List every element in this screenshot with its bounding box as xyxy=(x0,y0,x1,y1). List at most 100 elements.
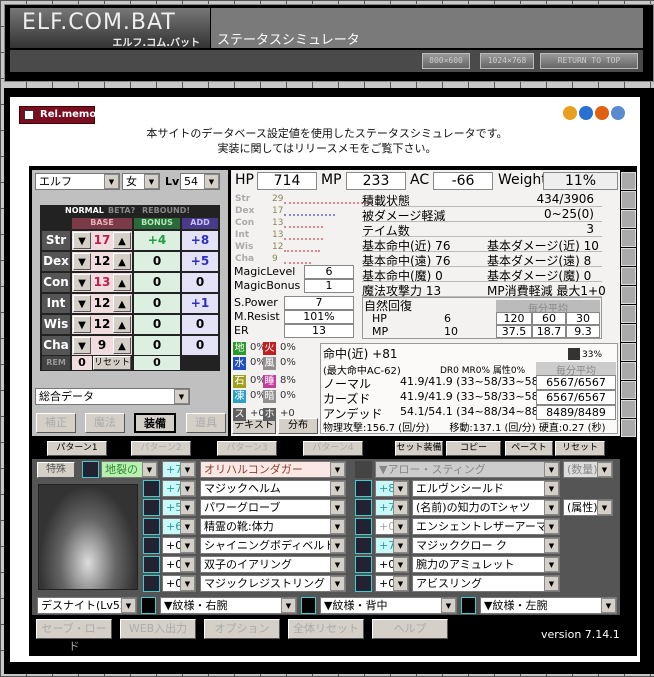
side-tool-icon[interactable] xyxy=(621,400,636,418)
tattoo-back-select[interactable]: ▼紋様・背中 ▼ xyxy=(320,597,457,614)
equip-item-select[interactable]: 精霊の靴:体力 ▼ xyxy=(200,518,346,535)
tab-items[interactable]: 道具 xyxy=(186,413,226,433)
weapon-prefix-select[interactable]: 地裂の ▼ xyxy=(101,461,158,478)
tab-equipment[interactable]: 装備 xyxy=(134,413,176,433)
equip-item-select[interactable]: 腕力のアミュレット ▼ xyxy=(412,556,560,573)
stat-base-value: 9 xyxy=(97,338,107,352)
stat-increase-button[interactable]: ▲ xyxy=(113,337,131,354)
polymorph-select[interactable]: デスナイト(Lv52) ▼ xyxy=(37,597,137,614)
race-select[interactable]: エルフ ▼ xyxy=(35,173,120,190)
enchant-select[interactable]: +7 ▼ xyxy=(162,461,196,478)
level-select[interactable]: 54 ▼ xyxy=(180,173,220,190)
chevron-down-icon: ▼ xyxy=(330,538,345,553)
stat-increase-button[interactable]: ▲ xyxy=(113,316,131,333)
stat-increase-button[interactable]: ▲ xyxy=(113,232,131,249)
pattern-tab-4[interactable]: パターン4 xyxy=(303,441,363,456)
mp-label: MP xyxy=(321,172,342,188)
pattern-tab-2[interactable]: パターン2 xyxy=(131,441,191,456)
footer-button[interactable]: 全体リセット xyxy=(288,619,364,639)
equip-item-select[interactable]: マジックヘルム ▼ xyxy=(200,480,346,497)
equip-item-select[interactable]: オリハルコンダガー ▼ xyxy=(200,461,346,478)
equip-item-select[interactable]: (名前)の知力のTシャツ ▼ xyxy=(412,499,560,516)
equip-item-select[interactable]: エンシェントレザーアーマー ▼ xyxy=(412,518,560,535)
pattern-action-button[interactable]: リセット xyxy=(555,441,605,456)
side-tool-icon[interactable] xyxy=(621,362,636,380)
equip-item-select[interactable]: アビスリング ▼ xyxy=(412,575,560,592)
enchant-select[interactable]: +0 ▼ xyxy=(375,556,409,573)
tattoo-right-select[interactable]: ▼紋様・右腕 ▼ xyxy=(160,597,297,614)
pattern-action-button[interactable]: コピー xyxy=(446,441,501,456)
release-memo-button[interactable]: Rel.memo xyxy=(19,106,96,124)
stat-increase-button[interactable]: ▲ xyxy=(113,295,131,312)
footer-button[interactable]: オプション xyxy=(204,619,280,639)
nav-1024x768-button[interactable]: 1024×768 xyxy=(480,53,534,69)
attribute-select[interactable]: (属性) ▼ xyxy=(563,499,613,516)
enchant-select[interactable]: +8 ▼ xyxy=(375,480,409,497)
enchant-select[interactable]: +0 ▼ xyxy=(375,518,409,535)
sex-select[interactable]: 女 ▼ xyxy=(122,173,160,190)
mode-normal[interactable]: NORMAL xyxy=(65,206,104,215)
tab-correction[interactable]: 補正 xyxy=(36,413,76,433)
equip-item-select[interactable]: ▼アロー・スティング ▼ xyxy=(375,461,560,478)
enchant-select[interactable]: +5 ▼ xyxy=(162,499,196,516)
side-tool-icon[interactable] xyxy=(621,172,636,190)
footer-button[interactable]: セーブ・ロード xyxy=(36,619,112,653)
equip-item-select[interactable]: パワーグローブ ▼ xyxy=(200,499,346,516)
stat-reset-button[interactable]: リセット xyxy=(93,356,131,370)
distribution-button[interactable]: 分布 xyxy=(278,418,318,434)
mode-beta[interactable]: BETA? xyxy=(108,206,135,215)
side-tool-icon[interactable] xyxy=(621,381,636,399)
equip-item-select[interactable]: マジックレジストリング ▼ xyxy=(200,575,346,592)
stat-decrease-button[interactable]: ▼ xyxy=(73,274,91,291)
side-tool-icon[interactable] xyxy=(621,210,636,228)
return-to-top-button[interactable]: RETURN TO TOP xyxy=(540,53,638,69)
footer-button[interactable]: WEB入出力 xyxy=(120,619,196,639)
side-tool-icon[interactable] xyxy=(621,248,636,266)
enchant-select[interactable]: +6 ▼ xyxy=(162,518,196,535)
stat-increase-button[interactable]: ▲ xyxy=(113,253,131,270)
view-select[interactable]: 総合データ ▼ xyxy=(35,388,190,405)
side-tool-icon[interactable] xyxy=(621,324,636,342)
side-tool-icon[interactable] xyxy=(621,305,636,323)
side-tool-icon[interactable] xyxy=(621,267,636,285)
equip-item-select[interactable]: シャイニングボディベルト ▼ xyxy=(200,537,346,554)
intro-line-2: 実装に関してはリリースメモをご覧下さい。 xyxy=(217,142,437,155)
side-tool-icon[interactable] xyxy=(621,343,636,361)
tattoo-left-select[interactable]: ▼紋様・左腕 ▼ xyxy=(480,597,617,614)
pattern-tab-1[interactable]: パターン1 xyxy=(47,441,107,456)
pattern-action-button[interactable]: セット装備 xyxy=(395,441,443,456)
logo[interactable]: ELF.COM.BAT エルフ.コム.バット xyxy=(10,8,210,49)
enchant-select[interactable]: +0 ▼ xyxy=(162,537,196,554)
stat-decrease-button[interactable]: ▼ xyxy=(73,337,91,354)
stat-label-cha: Cha xyxy=(42,336,70,355)
equip-item-select[interactable]: 双子のイアリング ▼ xyxy=(200,556,346,573)
nav-800x600-button[interactable]: 800×600 xyxy=(422,53,470,69)
side-tool-icon[interactable] xyxy=(621,419,636,437)
side-tool-icon[interactable] xyxy=(621,286,636,304)
quantity-select[interactable]: (数量) ▼ xyxy=(563,461,613,478)
stat-increase-button[interactable]: ▲ xyxy=(113,274,131,291)
pattern-tab-3[interactable]: パターン3 xyxy=(217,441,277,456)
enchant-select[interactable]: +0 ▼ xyxy=(162,575,196,592)
enchant-select[interactable]: +7 ▼ xyxy=(375,537,409,554)
enchant-select[interactable]: +0 ▼ xyxy=(162,556,196,573)
firefox-icon xyxy=(595,106,609,120)
stat-decrease-button[interactable]: ▼ xyxy=(73,253,91,270)
stat-decrease-button[interactable]: ▼ xyxy=(73,295,91,312)
mode-rebound[interactable]: REBOUND! xyxy=(142,206,190,215)
footer-button[interactable]: ヘルプ xyxy=(372,619,448,639)
enchant-select[interactable]: +0 ▼ xyxy=(375,575,409,592)
enchant-select[interactable]: +7 ▼ xyxy=(375,499,409,516)
chevron-down-icon: ▼ xyxy=(544,519,559,534)
side-tool-icon[interactable] xyxy=(621,191,636,209)
enchant-select[interactable]: +7 ▼ xyxy=(162,480,196,497)
stat-decrease-button[interactable]: ▼ xyxy=(73,316,91,333)
stat-decrease-button[interactable]: ▼ xyxy=(73,232,91,249)
equip-item-select[interactable]: マジッククロー ク ▼ xyxy=(412,537,560,554)
side-tool-icon[interactable] xyxy=(621,229,636,247)
stat-label-dex: Dex xyxy=(42,252,70,271)
tab-magic[interactable]: 魔法 xyxy=(85,413,125,433)
equip-item-select[interactable]: エルヴンシールド ▼ xyxy=(412,480,560,497)
special-button[interactable]: 特殊 xyxy=(37,462,75,478)
pattern-action-button[interactable]: ペースト xyxy=(505,441,553,456)
